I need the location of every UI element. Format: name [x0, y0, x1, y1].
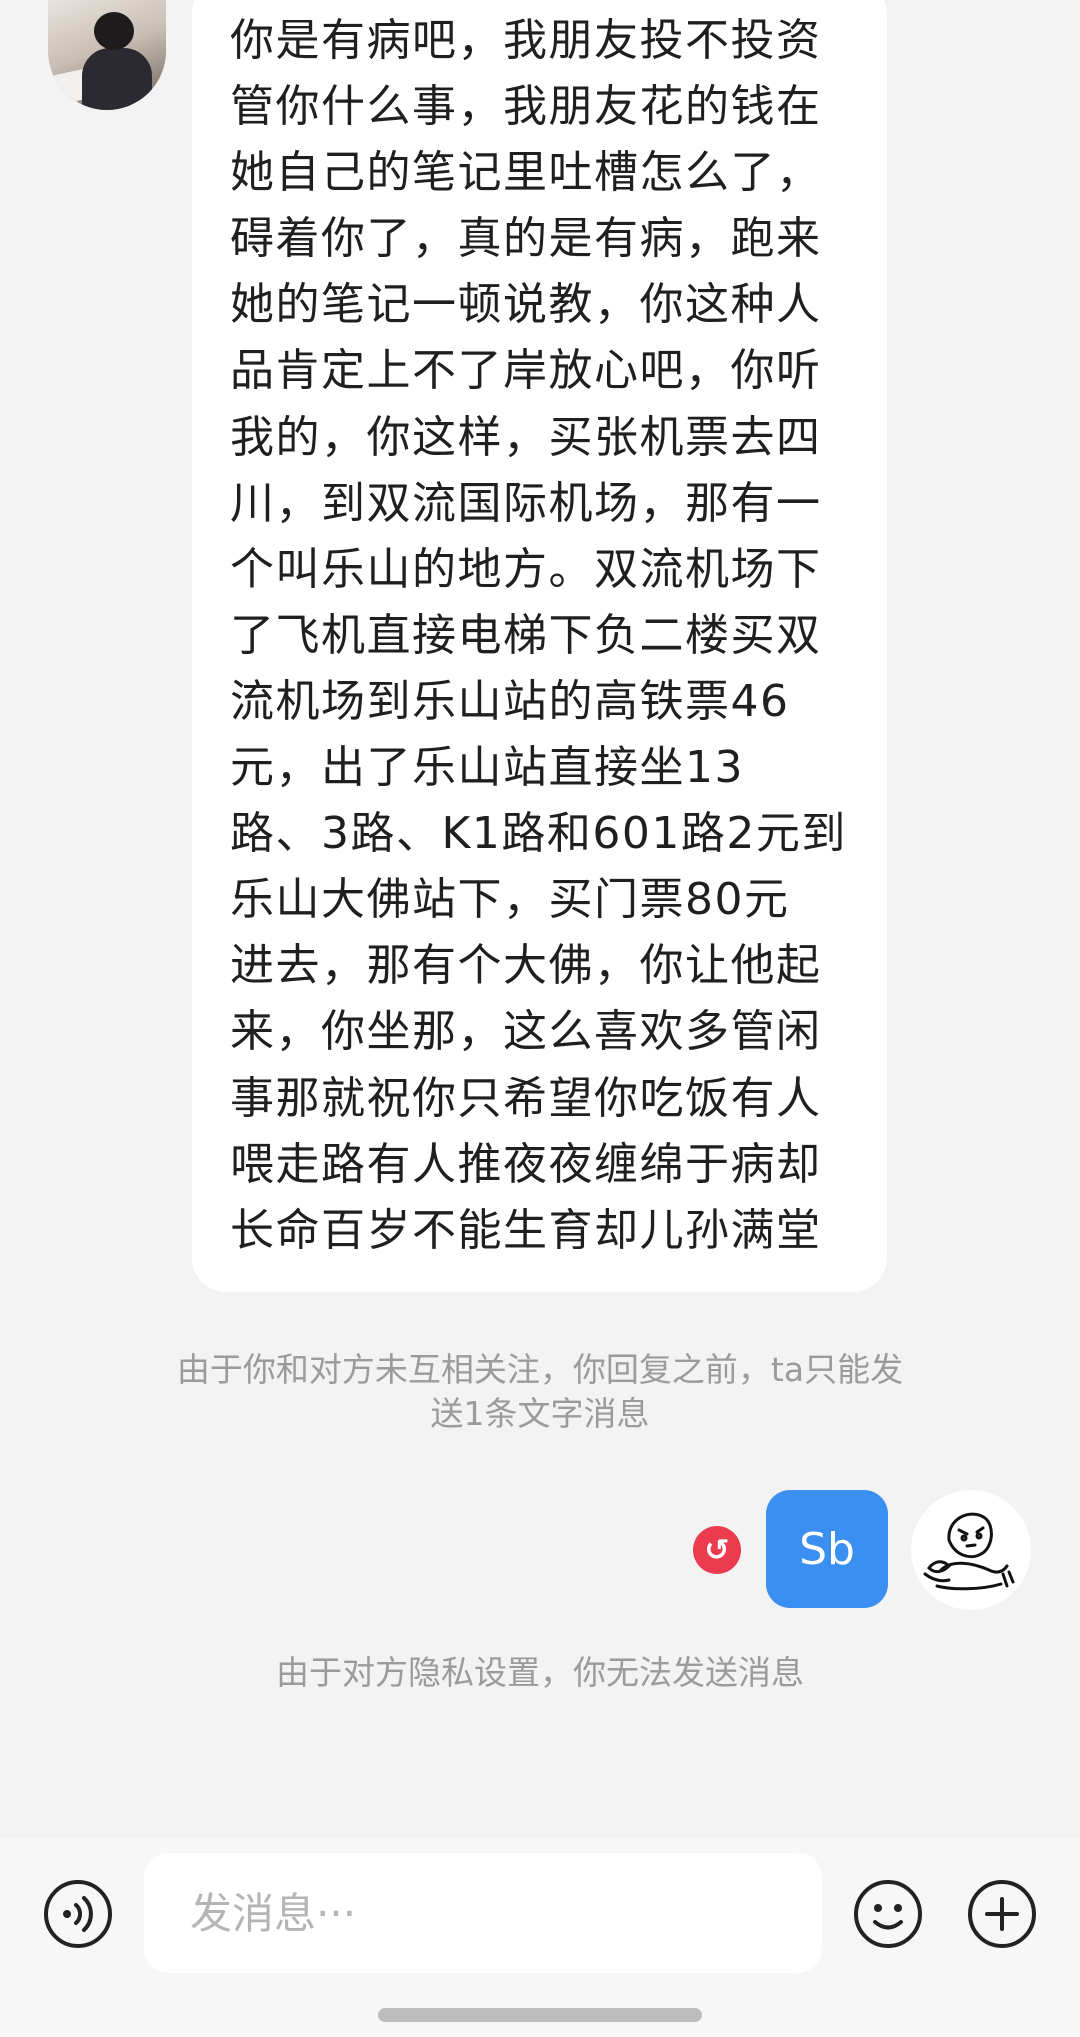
plus-icon — [968, 1880, 1036, 1948]
incoming-message-bubble[interactable]: 你是有病吧，我朋友投不投资 管你什么事，我朋友花的钱在 她自己的笔记里吐槽怎么了… — [192, 0, 887, 1292]
outgoing-message-bubble[interactable]: Sb — [766, 1490, 888, 1608]
emoji-icon — [854, 1880, 922, 1948]
plus-button[interactable] — [967, 1879, 1037, 1949]
follow-restriction-notice: 由于你和对方未互相关注，你回复之前，ta只能发 送1条文字消息 — [176, 1350, 904, 1433]
message-input[interactable] — [144, 1853, 822, 1973]
doodle-avatar-icon — [913, 1492, 1029, 1608]
sender-avatar[interactable] — [48, 0, 166, 110]
privacy-restriction-notice: 由于对方隐私设置，你无法发送消息 — [276, 1653, 804, 1692]
chat-screen: 你是有病吧，我朋友投不投资 管你什么事，我朋友花的钱在 她自己的笔记里吐槽怎么了… — [0, 0, 1080, 2037]
incoming-message-text: 你是有病吧，我朋友投不投资 管你什么事，我朋友花的钱在 她自己的笔记里吐槽怎么了… — [230, 15, 847, 1256]
emoji-button[interactable] — [853, 1879, 923, 1949]
voice-icon — [44, 1880, 112, 1948]
home-indicator[interactable] — [378, 2008, 702, 2022]
avatar-figure-head — [94, 12, 134, 50]
avatar-figure-body — [82, 48, 152, 110]
my-avatar[interactable] — [911, 1490, 1031, 1610]
voice-button[interactable] — [43, 1879, 113, 1949]
outgoing-message-text: Sb — [799, 1523, 855, 1575]
retry-icon[interactable]: ↺ — [693, 1526, 741, 1574]
